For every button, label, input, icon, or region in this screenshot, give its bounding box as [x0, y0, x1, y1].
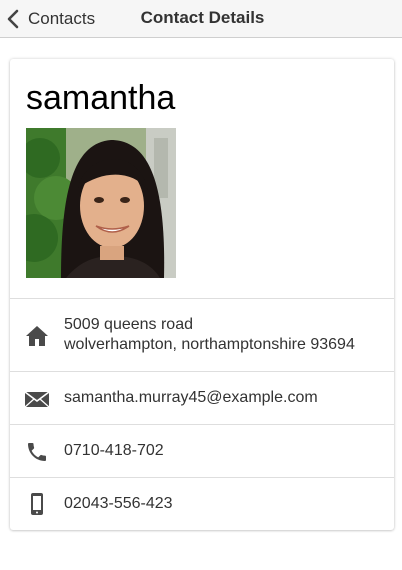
home-icon: [25, 324, 49, 348]
email-text: samantha.murray45@example.com: [64, 389, 318, 406]
nav-bar: Contacts Contact Details: [0, 0, 402, 38]
contact-name: samantha: [26, 79, 176, 117]
envelope-icon: [25, 387, 49, 411]
phone-text: 0710-418-702: [64, 442, 164, 459]
avatar: [26, 128, 176, 278]
contact-card: samantha 5009 queens road wolverhampton,…: [10, 59, 394, 530]
contact-header: samantha: [10, 59, 394, 298]
address-row[interactable]: 5009 queens road wolverhampton, northamp…: [10, 298, 394, 371]
mobile-phone-icon: [25, 492, 49, 516]
page-title: Contact Details: [140, 8, 265, 27]
mobile-row[interactable]: 02043-556-423: [10, 477, 394, 530]
phone-row[interactable]: 0710-418-702: [10, 424, 394, 477]
address-line-2: wolverhampton, northamptonshire 93694: [64, 336, 355, 353]
address-text: 5009 queens road wolverhampton, northamp…: [64, 315, 355, 355]
phone-icon: [25, 440, 49, 464]
email-row[interactable]: samantha.murray45@example.com: [10, 371, 394, 424]
address-line-1: 5009 queens road: [64, 316, 193, 333]
mobile-text: 02043-556-423: [64, 495, 173, 512]
